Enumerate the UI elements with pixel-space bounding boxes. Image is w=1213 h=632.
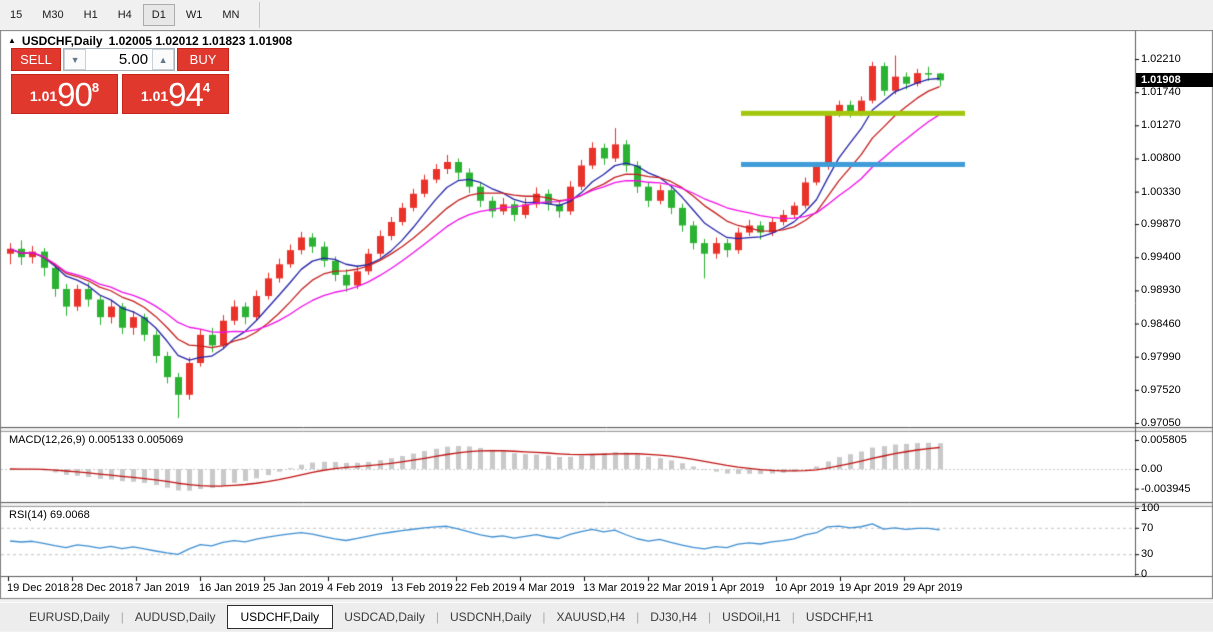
timeframe-button-15[interactable]: 15 [1,4,31,26]
timeframe-toolbar: 15 M30 H1 H4 D1 W1 MN [0,0,1213,30]
bid-price-button[interactable]: 1.01 90 8 [11,74,118,114]
macd-indicator-label: MACD(12,26,9) 0.005133 0.005069 [9,434,184,446]
date-tick-label: 28 Dec 2018 [71,582,134,594]
volume-stepper: ▼ ▲ [63,48,176,71]
chevron-down-icon: ▼ [70,54,80,65]
rsi-indicator-label: RSI(14) 69.0068 [9,509,90,521]
bid-price-main: 90 [57,76,93,113]
timeframe-button-h1[interactable]: H1 [75,4,107,26]
chart-tab-audusd-daily[interactable]: AUDUSD,Daily [124,606,227,628]
macd-tick-label: -0.003945 [1141,482,1191,495]
date-tick-label: 4 Feb 2019 [327,582,383,594]
price-tick-label: 0.98930 [1141,284,1181,297]
date-tick-label: 29 Apr 2019 [903,582,963,594]
date-tick-label: 22 Mar 2019 [647,582,709,594]
timeframe-button-mn[interactable]: MN [213,4,248,26]
chart-tab-usdcad-daily[interactable]: USDCAD,Daily [333,606,436,628]
sell-button[interactable]: SELL [11,48,62,71]
price-tick-label: 0.99870 [1141,218,1181,231]
timeframe-button-h4[interactable]: H4 [109,4,141,26]
chart-tab-usdchf-daily[interactable]: USDCHF,Daily [226,605,334,629]
ask-price-pip: 4 [202,80,211,95]
volume-decrease-button[interactable]: ▼ [64,49,87,70]
price-tick-label: 1.00330 [1141,185,1181,198]
chart-tab-usdchf-h1[interactable]: USDCHF,H1 [795,606,884,628]
price-tick-label: 1.02210 [1141,53,1181,65]
date-tick-label: 25 Jan 2019 [263,582,324,594]
date-tick-label: 16 Jan 2019 [199,582,260,594]
chevron-up-icon: ▲ [158,54,168,65]
rsi-tick-label: 70 [1141,521,1154,534]
one-click-trade-panel: SELL ▼ ▲ BUY 1.01 90 8 [11,48,229,114]
date-tick-label: 7 Jan 2019 [135,582,190,594]
chart-ohlc-values: 1.02005 1.02012 1.01823 1.01908 [108,34,293,48]
chart-tab-dj30-h4[interactable]: DJ30,H4 [639,606,708,628]
price-chart-canvas[interactable] [0,30,1213,600]
bid-price-prefix: 1.01 [29,88,58,104]
chart-title: ▲ USDCHF,Daily 1.02005 1.02012 1.01823 1… [8,34,292,48]
chart-window: ▲ USDCHF,Daily 1.02005 1.02012 1.01823 1… [0,30,1213,600]
rsi-tick-label: 100 [1141,502,1160,514]
date-tick-label: 19 Apr 2019 [839,582,899,594]
date-tick-label: 13 Feb 2019 [391,582,453,594]
date-tick-label: 19 Dec 2018 [7,582,70,594]
current-price-tag: 1.01908 [1136,73,1213,88]
volume-increase-button[interactable]: ▲ [152,49,175,70]
price-tick-label: 1.01270 [1141,119,1181,132]
macd-tick-label: 0.005805 [1141,434,1187,447]
timeframe-button-d1[interactable]: D1 [142,4,175,26]
collapse-triangle-icon: ▲ [8,35,16,45]
timeframe-button-m30[interactable]: M30 [33,4,72,26]
ask-price-main: 94 [168,76,204,113]
chart-symbol-label: USDCHF,Daily [21,34,103,48]
toolbar-separator [259,2,261,28]
price-tick-label: 0.97050 [1141,417,1181,429]
rsi-tick-label: 30 [1141,548,1154,561]
date-tick-label: 4 Mar 2019 [519,582,575,594]
date-tick-label: 1 Apr 2019 [711,582,765,594]
bid-price-pip: 8 [91,80,100,95]
ask-price-prefix: 1.01 [140,88,169,104]
price-tick-label: 0.97990 [1141,350,1181,363]
price-tick-label: 0.97520 [1141,383,1181,396]
chart-tab-bar: EURUSD,Daily | AUDUSD,Daily USDCHF,Daily USD… [0,602,1213,631]
rsi-tick-label: 0 [1141,568,1148,580]
date-tick-label: 13 Mar 2019 [583,582,645,594]
mt4-terminal: 15 M30 H1 H4 D1 W1 MN ▲ USDCHF,Daily 1.02005 1… [0,0,1213,632]
ask-price-button[interactable]: 1.01 94 4 [122,74,229,114]
chart-tab-eurusd-daily[interactable]: EURUSD,Daily [18,606,121,628]
buy-button[interactable]: BUY [177,48,229,71]
volume-input[interactable] [86,49,153,70]
macd-tick-label: 0.00 [1141,463,1163,475]
price-tick-label: 0.98460 [1141,317,1181,330]
chart-tab-usdcnh-daily[interactable]: USDCNH,Daily [439,606,542,628]
price-tick-label: 0.99400 [1141,251,1181,264]
chart-tab-xauusd-h4[interactable]: XAUUSD,H4 [545,606,636,628]
date-tick-label: 22 Feb 2019 [455,582,517,594]
date-tick-label: 10 Apr 2019 [775,582,835,594]
price-tick-label: 1.00800 [1141,152,1181,165]
chart-tab-usdoil-h1[interactable]: USDOil,H1 [711,606,792,628]
timeframe-button-w1[interactable]: W1 [177,4,212,26]
